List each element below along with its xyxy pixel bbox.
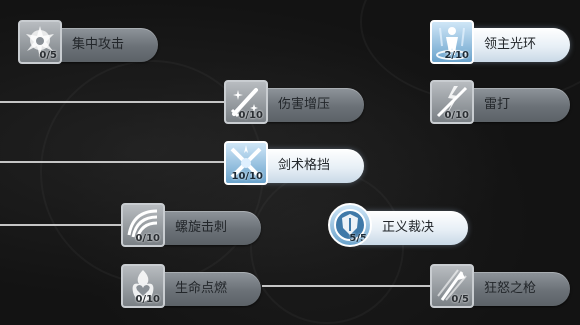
connector-line xyxy=(0,101,224,103)
skill-level: 10/10 xyxy=(231,171,263,182)
spiral-wing-icon: 0/10 xyxy=(121,203,165,247)
skill-name: 狂怒之枪 xyxy=(484,281,537,296)
spear-icon: 0/5 xyxy=(430,264,474,308)
skill-name: 领主光环 xyxy=(484,37,537,52)
skill-level: 0/10 xyxy=(238,110,263,121)
skill-level: 5/5 xyxy=(349,233,367,244)
background-ornament xyxy=(250,170,404,324)
flame-heart-icon: 0/10 xyxy=(121,264,165,308)
crossed-swords-icon: 10/10 xyxy=(224,141,268,185)
lightning-slash-icon: 0/10 xyxy=(430,80,474,124)
aura-figure-icon: 2/10 xyxy=(430,20,474,64)
skill-level: 0/10 xyxy=(135,233,160,244)
skill-name: 正义裁决 xyxy=(382,220,435,235)
skill-name: 螺旋击刺 xyxy=(175,220,228,235)
sparkle-sword-icon: 0/10 xyxy=(224,80,268,124)
burst-icon: 0/5 xyxy=(18,20,62,64)
skill-level: 0/5 xyxy=(39,50,57,61)
skill-level: 0/10 xyxy=(135,294,160,305)
skill-name: 伤害增压 xyxy=(278,97,331,112)
connector-line xyxy=(0,224,122,226)
skill-name: 生命点燃 xyxy=(175,281,228,296)
skill-level: 2/10 xyxy=(444,50,469,61)
skill-name: 雷打 xyxy=(484,97,511,112)
skill-tree-panel: 集中攻击 0/5 领主光环 2/10 伤害增压 0/10 雷打 0/10 剑术格… xyxy=(0,0,580,325)
skill-name: 剑术格挡 xyxy=(278,158,331,173)
skill-level: 0/5 xyxy=(451,294,469,305)
skill-name: 集中攻击 xyxy=(72,37,125,52)
shield-orb-icon: 5/5 xyxy=(328,203,372,247)
skill-level: 0/10 xyxy=(444,110,469,121)
connector-line xyxy=(0,161,224,163)
connector-line xyxy=(262,285,432,287)
